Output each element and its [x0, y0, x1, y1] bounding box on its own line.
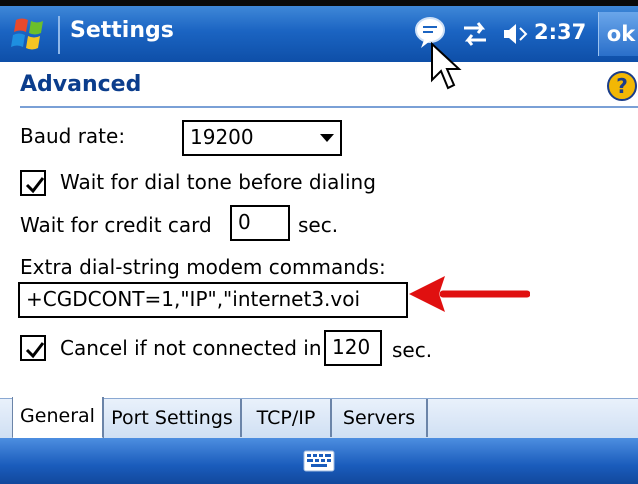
credit-card-input[interactable]: 0: [230, 205, 290, 241]
red-arrow-annotation: [409, 276, 530, 312]
ok-button[interactable]: ok: [598, 12, 638, 56]
cancel-unit: sec.: [392, 338, 433, 362]
windows-start-icon[interactable]: [10, 14, 54, 54]
page-heading: Advanced ?: [0, 62, 638, 108]
tab-servers[interactable]: Servers: [332, 399, 428, 437]
checkmark-icon: [25, 342, 45, 359]
credit-card-unit: sec.: [298, 213, 339, 237]
cancel-label[interactable]: Cancel if not connected in: [60, 336, 322, 360]
heading-divider: [20, 106, 638, 108]
baud-rate-value: 19200: [190, 125, 254, 149]
dial-tone-label[interactable]: Wait for dial tone before dialing: [60, 170, 376, 194]
help-icon[interactable]: ?: [606, 70, 638, 102]
tab-strip: General Port Settings TCP/IP Servers: [0, 397, 638, 439]
credit-card-label: Wait for credit card: [20, 213, 212, 237]
checkmark-icon: [25, 177, 45, 194]
svg-text:?: ?: [616, 74, 628, 98]
mouse-cursor-icon: [431, 42, 462, 90]
extra-commands-input[interactable]: +CGDCONT=1,"IP","internet3.voi: [18, 282, 408, 318]
title-separator: [58, 16, 60, 54]
speaker-icon[interactable]: [500, 14, 530, 54]
dial-tone-checkbox[interactable]: [20, 170, 46, 196]
clock[interactable]: 2:37: [534, 20, 586, 44]
keyboard-icon[interactable]: [303, 450, 335, 472]
window-title: Settings: [70, 18, 174, 43]
extra-commands-label: Extra dial-string modem commands:: [20, 255, 386, 279]
page-title: Advanced: [20, 72, 142, 97]
tab-port-settings[interactable]: Port Settings: [104, 399, 242, 437]
chevron-down-icon: [320, 134, 334, 142]
tab-general[interactable]: General: [12, 397, 104, 439]
baud-rate-select[interactable]: 19200: [182, 120, 342, 156]
tab-tcp-ip[interactable]: TCP/IP: [242, 399, 332, 437]
cancel-seconds-input[interactable]: 120: [324, 330, 382, 366]
title-bar: Settings 2:37 ok: [0, 0, 638, 62]
cancel-checkbox[interactable]: [20, 335, 46, 361]
baud-rate-label: Baud rate:: [20, 124, 126, 148]
menu-bar: [0, 438, 638, 484]
